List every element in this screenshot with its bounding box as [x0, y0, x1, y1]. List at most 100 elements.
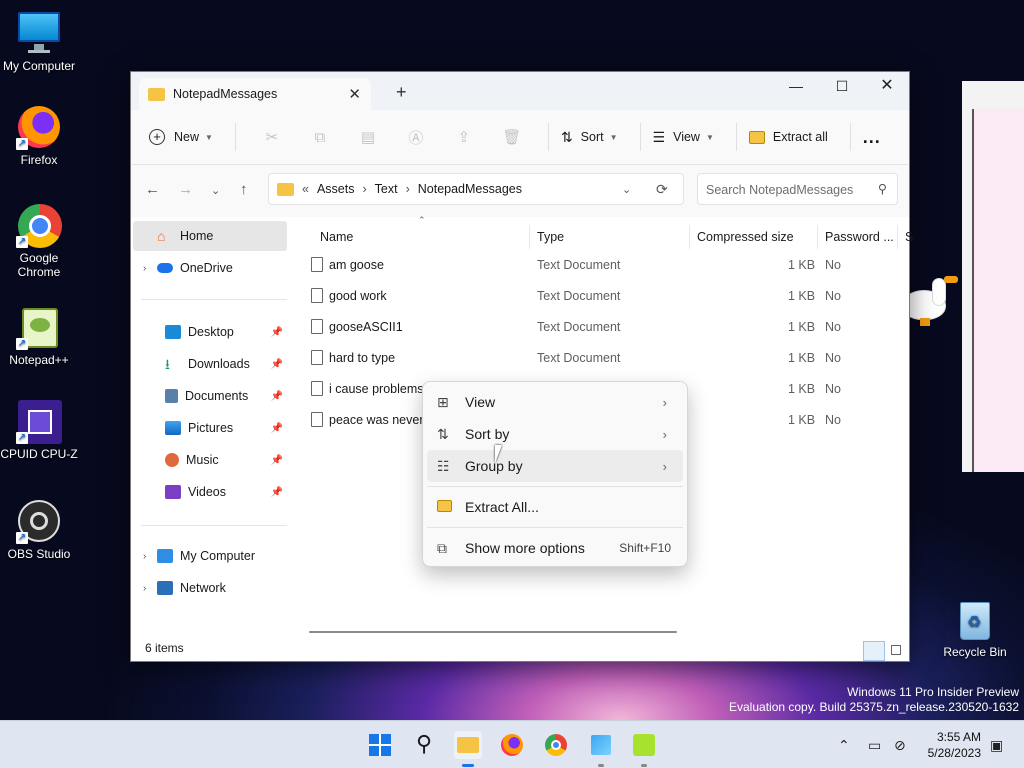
desktop-icon-recycle-bin[interactable]: ♻ Recycle Bin [936, 596, 1014, 659]
cut-icon[interactable]: ✂ [248, 128, 296, 146]
breadcrumb-assets[interactable]: Assets [317, 182, 355, 196]
chrome-taskbar-button[interactable] [542, 731, 570, 759]
table-row[interactable]: hard to type Text Document 1 KB No [291, 343, 911, 374]
forward-arrow-icon[interactable]: → [178, 181, 193, 198]
desktop-icon-notepadpp[interactable]: ↗ Notepad++ [0, 304, 78, 367]
explorer-tab[interactable]: NotepadMessages ✕ [139, 78, 371, 110]
up-arrow-icon[interactable]: ↑ [240, 181, 248, 198]
network-status-icon[interactable]: ▭ [868, 737, 881, 754]
goose-taskbar-button[interactable] [630, 731, 658, 767]
more-options-button[interactable]: ... [863, 121, 881, 153]
breadcrumb-notepadmessages[interactable]: NotepadMessages [418, 182, 522, 196]
start-button[interactable] [366, 731, 394, 759]
desktop-icon-firefox[interactable]: ↗ Firefox [0, 104, 78, 167]
firefox-taskbar-button[interactable] [498, 731, 526, 759]
desktop-icon-my-computer[interactable]: My Computer [0, 10, 78, 73]
extract-all-button[interactable]: Extract all [748, 121, 828, 153]
recent-chevron-icon[interactable]: ⌄ [211, 184, 220, 197]
show-more-icon: ⧉ [437, 539, 447, 556]
menu-item-sort-by[interactable]: ⇅ Sort by › [427, 418, 683, 450]
delete-icon[interactable]: 🗑 [488, 128, 536, 146]
desktop-icon-chrome[interactable]: ↗ Google Chrome [0, 202, 78, 279]
breadcrumb-text[interactable]: Text [375, 182, 398, 196]
sort-icon: ⇅ [437, 425, 449, 442]
expand-chevron-icon[interactable]: › [143, 583, 157, 594]
column-header-extra[interactable]: S [898, 225, 913, 249]
menu-item-extract-all[interactable]: Extract All... [427, 491, 683, 523]
menu-item-show-more-options[interactable]: ⧉ Show more options Shift+F10 [427, 532, 683, 564]
store-taskbar-button[interactable] [587, 731, 615, 767]
view-button[interactable]: ☰ View ▼ [653, 121, 714, 153]
sidebar-item-videos[interactable]: Videos 📌 [133, 477, 287, 507]
table-row[interactable]: gooseASCII1 Text Document 1 KB No [291, 312, 911, 343]
paste-icon[interactable]: ▤ [344, 128, 392, 146]
sidebar-item-network[interactable]: › Network [133, 573, 287, 603]
search-button[interactable]: ⚲ [410, 731, 438, 759]
column-header-password[interactable]: Password ... [818, 225, 898, 249]
pin-icon[interactable]: 📌 [271, 487, 283, 498]
file-explorer-window[interactable]: NotepadMessages ✕ + — ☐ ✕ + New ▼ ✂ ⧉ ▤ … [130, 71, 913, 662]
background-window[interactable] [962, 81, 1024, 472]
new-button[interactable]: + New ▼ [149, 121, 213, 153]
videos-icon [165, 485, 181, 499]
expand-chevron-icon[interactable]: › [143, 263, 157, 274]
details-view-icon[interactable] [863, 641, 885, 661]
desktop-icon-label: Google Chrome [17, 251, 61, 279]
volume-muted-icon[interactable]: ⊘ [894, 737, 906, 754]
desktop-icon-obs[interactable]: ↗ OBS Studio [0, 498, 78, 561]
file-size: 1 KB [788, 289, 816, 303]
table-row[interactable]: am goose Text Document 1 KB No [291, 250, 911, 281]
pin-icon[interactable]: 📌 [271, 391, 283, 402]
pin-icon[interactable]: 📌 [271, 455, 283, 466]
column-header-type[interactable]: Type [530, 225, 690, 249]
share-icon[interactable]: ⇪ [440, 128, 488, 146]
plus-circle-icon: + [149, 129, 165, 145]
windows-logo-icon [369, 734, 391, 756]
menu-item-view[interactable]: ⊞ View › [427, 386, 683, 418]
maximize-button[interactable]: ☐ [819, 72, 865, 102]
table-row[interactable]: good work Text Document 1 KB No [291, 281, 911, 312]
column-header-name[interactable]: Name [313, 225, 530, 249]
minimize-button[interactable]: — [773, 72, 819, 102]
horizontal-scrollbar[interactable] [309, 631, 677, 633]
menu-item-group-by[interactable]: ☷ Group by › [427, 450, 683, 482]
sidebar-item-my-computer[interactable]: › My Computer [133, 541, 287, 571]
sidebar-item-onedrive[interactable]: › OneDrive [133, 253, 287, 283]
expand-chevron-icon[interactable]: › [143, 551, 157, 562]
chevron-down-icon: ▼ [609, 132, 618, 142]
file-explorer-taskbar-button[interactable] [454, 731, 482, 767]
close-button[interactable]: ✕ [864, 72, 910, 102]
sidebar-item-pictures[interactable]: Pictures 📌 [133, 413, 287, 443]
pin-icon[interactable]: 📌 [271, 327, 283, 338]
sidebar-item-music[interactable]: Music 📌 [133, 445, 287, 475]
divider [427, 527, 683, 528]
column-header-compressed-size[interactable]: Compressed size [690, 225, 818, 249]
clock[interactable]: 3:55 AM 5/28/2023 [928, 729, 981, 761]
close-tab-icon[interactable]: ✕ [348, 85, 361, 103]
firefox-icon [501, 734, 523, 756]
back-arrow-icon[interactable]: ← [145, 181, 160, 198]
rename-icon[interactable]: Ⓐ [392, 127, 440, 148]
sidebar-item-downloads[interactable]: ⭳ Downloads 📌 [133, 349, 287, 379]
title-bar[interactable]: NotepadMessages ✕ + — ☐ ✕ [131, 72, 909, 110]
address-bar[interactable]: « Assets › Text › NotepadMessages ⌄ ⟳ [268, 173, 684, 205]
new-tab-button[interactable]: + [396, 82, 407, 103]
tiles-view-icon[interactable] [891, 645, 901, 655]
notifications-icon[interactable]: ▣ [990, 737, 1003, 754]
pin-icon[interactable]: 📌 [271, 423, 283, 434]
pin-icon[interactable]: 📌 [271, 359, 283, 370]
copy-icon[interactable]: ⧉ [296, 129, 344, 146]
show-hidden-icons-chevron[interactable]: ⌃ [838, 737, 850, 754]
sidebar-item-home[interactable]: ⌂ Home [133, 221, 287, 251]
sort-button[interactable]: ⇅ Sort ▼ [561, 121, 618, 153]
home-icon: ⌂ [157, 228, 166, 244]
sidebar-item-desktop[interactable]: Desktop 📌 [133, 317, 287, 347]
search-input[interactable]: Search NotepadMessages ⚲ [697, 173, 898, 205]
sidebar-item-documents[interactable]: Documents 📌 [133, 381, 287, 411]
text-document-icon [311, 257, 323, 272]
file-type: Text Document [537, 351, 621, 365]
address-dropdown-icon[interactable]: ⌄ [622, 183, 631, 196]
refresh-icon[interactable]: ⟳ [656, 181, 668, 198]
breadcrumb-overflow[interactable]: « [302, 182, 309, 196]
desktop-icon-cpuz[interactable]: ↗ CPUID CPU-Z [0, 398, 78, 461]
